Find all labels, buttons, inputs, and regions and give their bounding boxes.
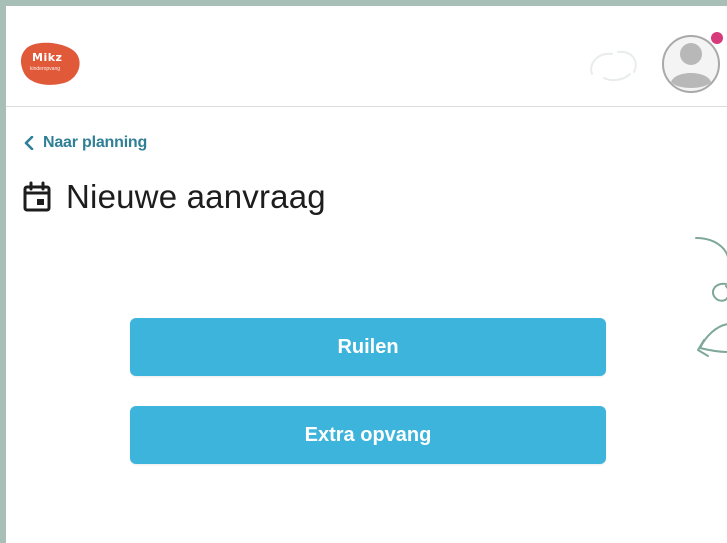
back-link-label: Naar planning <box>43 134 148 151</box>
notification-dot <box>711 32 723 44</box>
user-avatar-icon <box>662 32 723 93</box>
app-header: Mikz kinderopvang <box>6 6 727 107</box>
app-frame: Mikz kinderopvang Naar planning Nieuwe a… <box>0 0 727 543</box>
calendar-icon <box>23 181 51 212</box>
brand-logo[interactable]: Mikz kinderopvang <box>20 41 82 87</box>
page-title: Nieuwe aanvraag <box>66 178 326 215</box>
page-title-row: Nieuwe aanvraag <box>22 178 326 216</box>
chevron-left-icon <box>24 136 34 150</box>
logo-blob <box>20 42 80 85</box>
logo-text: Mikz <box>32 51 63 64</box>
ruilen-button[interactable]: Ruilen <box>130 318 606 376</box>
logo-subtext: kinderopvang <box>30 66 61 72</box>
extra-opvang-button[interactable]: Extra opvang <box>130 406 606 464</box>
decorative-doodle <box>695 237 727 357</box>
back-to-planning-link[interactable]: Naar planning <box>23 134 147 152</box>
user-avatar-button[interactable] <box>661 30 725 96</box>
decorative-sketch <box>590 50 637 82</box>
